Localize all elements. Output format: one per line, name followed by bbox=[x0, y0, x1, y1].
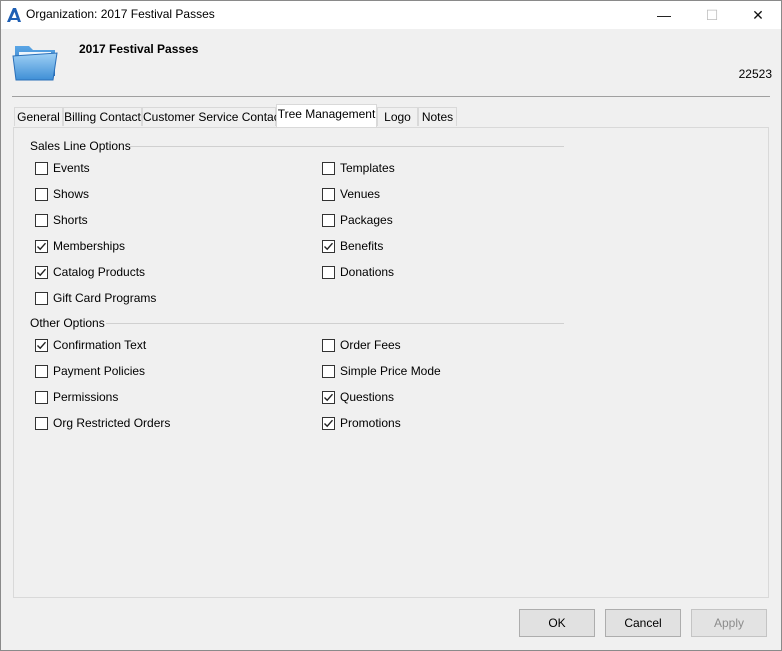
order-fees-checkbox-row[interactable]: Order Fees bbox=[322, 337, 401, 353]
payment-policies-label: Payment Policies bbox=[53, 364, 146, 378]
title-bar: Organization: 2017 Festival Passes — ☐ ✕ bbox=[1, 1, 781, 29]
memberships-checkbox[interactable] bbox=[35, 239, 48, 253]
organization-dialog: Organization: 2017 Festival Passes — ☐ ✕… bbox=[0, 0, 782, 651]
simple-price-mode-label: Simple Price Mode bbox=[340, 364, 441, 378]
gift-card-programs-checkbox-row[interactable]: Gift Card Programs bbox=[35, 290, 156, 306]
confirmation-text-label: Confirmation Text bbox=[53, 338, 147, 352]
minimize-button[interactable]: — bbox=[641, 1, 687, 29]
permissions-checkbox[interactable] bbox=[35, 390, 48, 404]
org-restricted-orders-label: Org Restricted Orders bbox=[53, 416, 171, 430]
benefits-checkbox-row[interactable]: Benefits bbox=[322, 238, 383, 254]
payment-policies-checkbox[interactable] bbox=[35, 364, 48, 378]
shows-checkbox[interactable] bbox=[35, 187, 48, 201]
organization-name: 2017 Festival Passes bbox=[79, 42, 199, 56]
apply-button[interactable]: Apply bbox=[691, 609, 767, 637]
tab-general[interactable]: General bbox=[14, 107, 63, 126]
promotions-label: Promotions bbox=[340, 416, 401, 430]
questions-checkbox-row[interactable]: Questions bbox=[322, 389, 394, 405]
permissions-checkbox-row[interactable]: Permissions bbox=[35, 389, 118, 405]
packages-checkbox[interactable] bbox=[322, 213, 335, 227]
donations-label: Donations bbox=[340, 265, 395, 279]
memberships-label: Memberships bbox=[53, 239, 126, 253]
promotions-checkbox[interactable] bbox=[322, 416, 335, 430]
venues-checkbox-row[interactable]: Venues bbox=[322, 186, 380, 202]
venues-label: Venues bbox=[340, 187, 381, 201]
events-label: Events bbox=[53, 161, 90, 175]
permissions-label: Permissions bbox=[53, 390, 119, 404]
donations-checkbox[interactable] bbox=[322, 265, 335, 279]
app-logo-icon bbox=[6, 7, 22, 23]
templates-label: Templates bbox=[340, 161, 395, 175]
sales-line-options-label: Sales Line Options bbox=[30, 139, 131, 153]
shorts-checkbox[interactable] bbox=[35, 213, 48, 227]
events-checkbox-row[interactable]: Events bbox=[35, 160, 90, 176]
catalog-products-checkbox[interactable] bbox=[35, 265, 48, 279]
shows-label: Shows bbox=[53, 187, 90, 201]
window-title: Organization: 2017 Festival Passes bbox=[26, 7, 215, 21]
tab-billing-contact[interactable]: Billing Contact bbox=[63, 107, 142, 126]
venues-checkbox[interactable] bbox=[322, 187, 335, 201]
questions-checkbox[interactable] bbox=[322, 390, 335, 404]
payment-policies-checkbox-row[interactable]: Payment Policies bbox=[35, 363, 145, 379]
org-restricted-orders-checkbox-row[interactable]: Org Restricted Orders bbox=[35, 415, 170, 431]
tab-tree-management[interactable]: Tree Management bbox=[276, 104, 377, 127]
maximize-button[interactable]: ☐ bbox=[689, 1, 735, 29]
promotions-checkbox-row[interactable]: Promotions bbox=[322, 415, 401, 431]
ok-button[interactable]: OK bbox=[519, 609, 595, 637]
folder-icon bbox=[11, 40, 61, 82]
donations-checkbox-row[interactable]: Donations bbox=[322, 264, 394, 280]
organization-id: 22523 bbox=[738, 67, 772, 81]
gift-card-programs-checkbox[interactable] bbox=[35, 291, 48, 305]
memberships-checkbox-row[interactable]: Memberships bbox=[35, 238, 125, 254]
order-fees-checkbox[interactable] bbox=[322, 338, 335, 352]
packages-label: Packages bbox=[340, 213, 393, 227]
other-options-divider bbox=[106, 323, 564, 324]
catalog-products-label: Catalog Products bbox=[53, 265, 146, 279]
benefits-checkbox[interactable] bbox=[322, 239, 335, 253]
shorts-checkbox-row[interactable]: Shorts bbox=[35, 212, 88, 228]
header-divider bbox=[12, 96, 770, 97]
events-checkbox[interactable] bbox=[35, 161, 48, 175]
shorts-label: Shorts bbox=[53, 213, 88, 227]
confirmation-text-checkbox[interactable] bbox=[35, 338, 48, 352]
catalog-products-checkbox-row[interactable]: Catalog Products bbox=[35, 264, 145, 280]
confirmation-text-checkbox-row[interactable]: Confirmation Text bbox=[35, 337, 146, 353]
cancel-button[interactable]: Cancel bbox=[605, 609, 681, 637]
shows-checkbox-row[interactable]: Shows bbox=[35, 186, 89, 202]
templates-checkbox[interactable] bbox=[322, 161, 335, 175]
tab-logo[interactable]: Logo bbox=[377, 107, 418, 126]
packages-checkbox-row[interactable]: Packages bbox=[322, 212, 393, 228]
tab-customer-service-contact[interactable]: Customer Service Contact bbox=[142, 107, 283, 126]
sales-line-options-divider bbox=[129, 146, 564, 147]
templates-checkbox-row[interactable]: Templates bbox=[322, 160, 395, 176]
benefits-label: Benefits bbox=[340, 239, 384, 253]
questions-label: Questions bbox=[340, 390, 395, 404]
order-fees-label: Order Fees bbox=[340, 338, 401, 352]
simple-price-mode-checkbox[interactable] bbox=[322, 364, 335, 378]
simple-price-mode-checkbox-row[interactable]: Simple Price Mode bbox=[322, 363, 441, 379]
close-button[interactable]: ✕ bbox=[735, 1, 781, 29]
tree-management-panel: Sales Line Options Other Options Events S… bbox=[13, 127, 769, 598]
tab-notes[interactable]: Notes bbox=[418, 107, 457, 126]
org-restricted-orders-checkbox[interactable] bbox=[35, 416, 48, 430]
gift-card-programs-label: Gift Card Programs bbox=[53, 291, 157, 305]
other-options-label: Other Options bbox=[30, 316, 105, 330]
